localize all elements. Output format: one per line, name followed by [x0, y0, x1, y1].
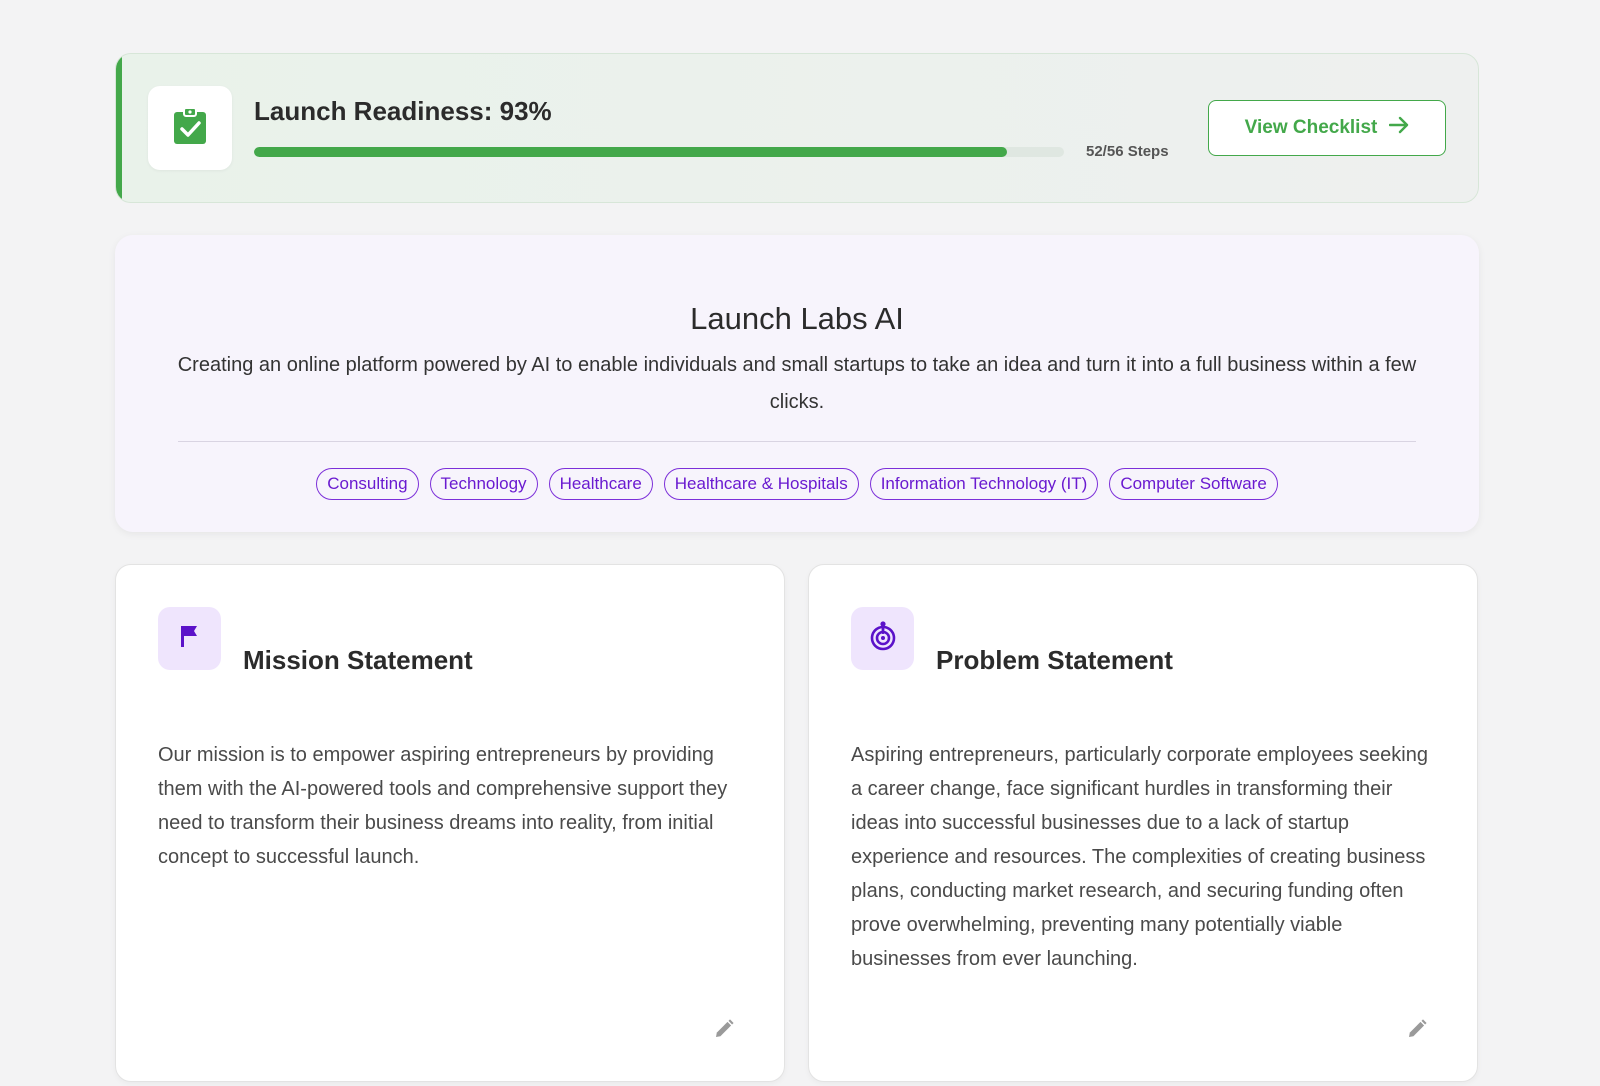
company-description: Creating an online platform powered by A…	[177, 354, 1417, 413]
readiness-title: Launch Readiness: 93%	[254, 96, 552, 126]
problem-text: Aspiring entrepreneurs, particularly cor…	[851, 744, 1428, 970]
problem-card-header: Problem Statement	[851, 607, 1435, 675]
view-checklist-label: View Checklist	[1244, 117, 1378, 138]
industry-tag[interactable]: Healthcare & Hospitals	[663, 468, 859, 500]
mission-statement-card: Mission Statement Our mission is to empo…	[115, 564, 785, 1082]
industry-tags: Consulting Technology Healthcare Healthc…	[115, 468, 1479, 500]
progress-bar	[254, 146, 1064, 157]
pencil-icon	[714, 1018, 734, 1044]
company-overview-card: Launch Labs AI Creating an online platfo…	[115, 235, 1479, 532]
progress-fill	[254, 146, 1008, 157]
progress-row: 52/56 Steps	[254, 143, 1176, 160]
industry-tag[interactable]: Technology	[429, 468, 538, 500]
mission-title: Mission Statement	[243, 645, 473, 675]
view-checklist-button[interactable]: View Checklist	[1208, 100, 1446, 156]
progress-steps: 52/56 Steps	[1086, 143, 1169, 160]
industry-tag[interactable]: Computer Software	[1109, 468, 1278, 500]
industry-tag[interactable]: Healthcare	[548, 468, 653, 500]
target-icon	[868, 621, 898, 656]
clipboard-check-icon	[173, 106, 207, 150]
edit-problem-button[interactable]	[1405, 1018, 1429, 1044]
industry-tag[interactable]: Consulting	[316, 468, 419, 500]
launch-readiness-banner: Launch Readiness: 93% 52/56 Steps View C…	[115, 53, 1479, 203]
page-content: Launch Readiness: 93% 52/56 Steps View C…	[115, 53, 1479, 1082]
industry-tag[interactable]: Information Technology (IT)	[869, 468, 1099, 500]
readiness-body: Launch Readiness: 93% 52/56 Steps	[254, 96, 1176, 160]
pencil-icon	[1407, 1018, 1427, 1044]
clipboard-check-icon-box	[148, 86, 232, 170]
flag-icon-box	[158, 607, 221, 670]
mission-card-header: Mission Statement	[158, 607, 742, 675]
company-name: Launch Labs AI	[690, 301, 904, 336]
mission-text: Our mission is to empower aspiring entre…	[158, 744, 728, 868]
problem-title: Problem Statement	[936, 645, 1173, 675]
flag-icon	[179, 624, 201, 653]
edit-mission-button[interactable]	[712, 1018, 736, 1044]
problem-statement-card: Problem Statement Aspiring entrepreneurs…	[808, 564, 1478, 1082]
target-icon-box	[851, 607, 914, 670]
statement-cards: Mission Statement Our mission is to empo…	[115, 564, 1479, 1082]
arrow-right-icon	[1389, 116, 1409, 140]
divider	[178, 441, 1416, 442]
